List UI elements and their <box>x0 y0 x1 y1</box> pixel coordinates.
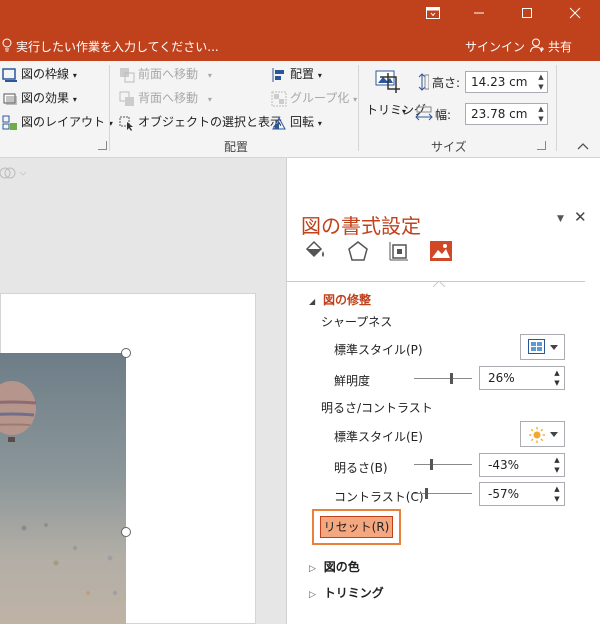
bc-preset-dropdown[interactable] <box>520 421 565 447</box>
share-label: 共有 <box>548 40 573 54</box>
active-tab-indicator <box>432 276 446 288</box>
ribbon: 図の枠線 ▾ 図の効果 ▾ 図のレイアウト ▾ 前面へ移動 ▾ 背面へ移動 ▾ … <box>0 61 600 158</box>
bring-forward-button[interactable]: 前面へ移動 ▾ <box>119 63 212 85</box>
balloon-photo[interactable] <box>0 353 126 624</box>
chevron-down-icon <box>550 432 558 437</box>
width-label: 幅: <box>435 108 452 122</box>
collapse-ribbon-icon[interactable] <box>577 139 589 153</box>
crop-icon <box>374 67 402 98</box>
size-properties-icon[interactable] <box>388 240 410 265</box>
send-backward-icon <box>119 91 135 107</box>
picture-layout-icon <box>2 115 18 131</box>
sharpness-slider-thumb[interactable] <box>450 373 453 384</box>
sharpness-preset-label: 標準スタイル(P) <box>334 343 423 357</box>
selection-pane-button[interactable]: オブジェクトの選択と表示 <box>119 111 282 133</box>
ribbon-display-icon[interactable] <box>410 0 456 31</box>
pane-options-icon[interactable]: ▼ <box>557 214 564 224</box>
effects-icon[interactable] <box>347 240 369 265</box>
width-icon <box>415 106 433 125</box>
picture-effects-button[interactable]: 図の効果 ▾ <box>2 87 77 109</box>
align-button[interactable]: 配置 ▾ <box>271 63 322 85</box>
group-icon <box>271 91 287 107</box>
contrast-slider-thumb[interactable] <box>425 488 428 499</box>
picture-color-header[interactable]: ▷ 図の色 <box>309 558 360 574</box>
size-group-label: サイズ <box>431 140 467 154</box>
person-icon <box>530 38 544 56</box>
sharpness-label: 鮮明度 <box>334 374 371 388</box>
width-field[interactable]: 23.78 cm ▲ ▼ <box>465 103 548 125</box>
sharpness-preset-icon <box>528 339 546 358</box>
corrections-header[interactable]: ◢ 図の修整 <box>309 291 371 307</box>
shapes-icon <box>0 166 30 183</box>
slide-canvas <box>0 158 286 624</box>
brightness-contrast-section-label: 明るさ/コントラスト <box>321 401 433 415</box>
crop-section-header[interactable]: ▷ トリミング <box>309 584 384 600</box>
crop-dropdown-icon: ▾ <box>402 107 407 116</box>
brightness-label: 明るさ(B) <box>334 461 388 475</box>
height-field[interactable]: 14.23 cm ▲ ▼ <box>465 71 548 93</box>
format-picture-pane: 図の書式設定 ▼ ✕ ◢ 図の修整 シャープネス 標準スタイル(P) 鮮明度 2… <box>286 158 600 624</box>
sharpness-field[interactable]: 26% ▲ ▼ <box>479 366 565 390</box>
send-backward-button[interactable]: 背面へ移動 ▾ <box>119 87 212 109</box>
expand-arrow-icon: ▷ <box>309 564 316 574</box>
align-icon <box>271 67 287 83</box>
reset-button[interactable]: リセット(R) <box>320 516 393 538</box>
crop-button[interactable]: トリミング ▾ <box>366 65 426 131</box>
expand-arrow-icon: ▷ <box>309 590 316 600</box>
height-icon <box>415 73 430 94</box>
share-button[interactable]: 共有 <box>524 34 580 58</box>
close-icon[interactable] <box>552 0 598 31</box>
width-spinner[interactable]: ▲ ▼ <box>535 104 547 124</box>
title-bar <box>0 0 600 31</box>
pane-title: 図の書式設定 <box>301 214 421 238</box>
lightbulb-icon <box>2 37 12 56</box>
reset-highlight: リセット(R) <box>312 509 401 545</box>
sharpness-preset-dropdown[interactable] <box>520 334 565 360</box>
brightness-slider[interactable] <box>414 458 472 472</box>
group-button[interactable]: グループ化 ▾ <box>271 87 357 109</box>
arrange-group-label: 配置 <box>224 140 249 154</box>
picture-border-button[interactable]: 図の枠線 ▾ <box>2 63 77 85</box>
rotate-button[interactable]: 回転 ▾ <box>271 111 322 133</box>
contrast-field[interactable]: -57% ▲ ▼ <box>479 482 565 506</box>
resize-handle-right[interactable] <box>121 527 131 537</box>
contrast-spinner[interactable]: ▲ ▼ <box>552 484 562 504</box>
chevron-down-icon <box>550 345 558 350</box>
picture-effects-icon <box>2 91 18 107</box>
sharpness-slider[interactable] <box>414 372 472 386</box>
sun-icon <box>528 426 546 447</box>
size-launcher[interactable] <box>537 141 546 150</box>
fill-line-icon[interactable] <box>303 240 327 265</box>
minimize-icon[interactable] <box>456 0 502 31</box>
brightness-slider-thumb[interactable] <box>430 459 433 470</box>
tell-me-bar: 実行したい作業を入力してください... サインイン 共有 <box>0 31 600 61</box>
contrast-slider[interactable] <box>414 487 472 501</box>
signin-link[interactable]: サインイン <box>465 38 525 55</box>
bc-preset-label: 標準スタイル(E) <box>334 430 423 444</box>
picture-styles-launcher[interactable] <box>98 141 107 150</box>
selection-pane-icon <box>119 115 135 131</box>
resize-handle-top-right[interactable] <box>121 348 131 358</box>
tell-me-input[interactable]: 実行したい作業を入力してください... <box>16 38 219 55</box>
contrast-label: コントラスト(C) <box>334 490 424 504</box>
pane-close-icon[interactable]: ✕ <box>574 208 587 226</box>
picture-border-icon <box>2 67 18 83</box>
maximize-icon[interactable] <box>504 0 550 31</box>
collapse-arrow-icon: ◢ <box>309 297 316 306</box>
sharpness-section-label: シャープネス <box>321 315 393 329</box>
picture-icon[interactable] <box>429 240 453 265</box>
sharpness-spinner[interactable]: ▲ ▼ <box>552 368 562 388</box>
bring-forward-icon <box>119 67 135 83</box>
rotate-icon <box>271 115 287 131</box>
height-spinner[interactable]: ▲ ▼ <box>535 72 547 92</box>
picture-layout-button[interactable]: 図のレイアウト ▾ <box>2 111 113 133</box>
brightness-field[interactable]: -43% ▲ ▼ <box>479 453 565 477</box>
height-label: 高さ: <box>432 76 461 90</box>
brightness-spinner[interactable]: ▲ ▼ <box>552 455 562 475</box>
